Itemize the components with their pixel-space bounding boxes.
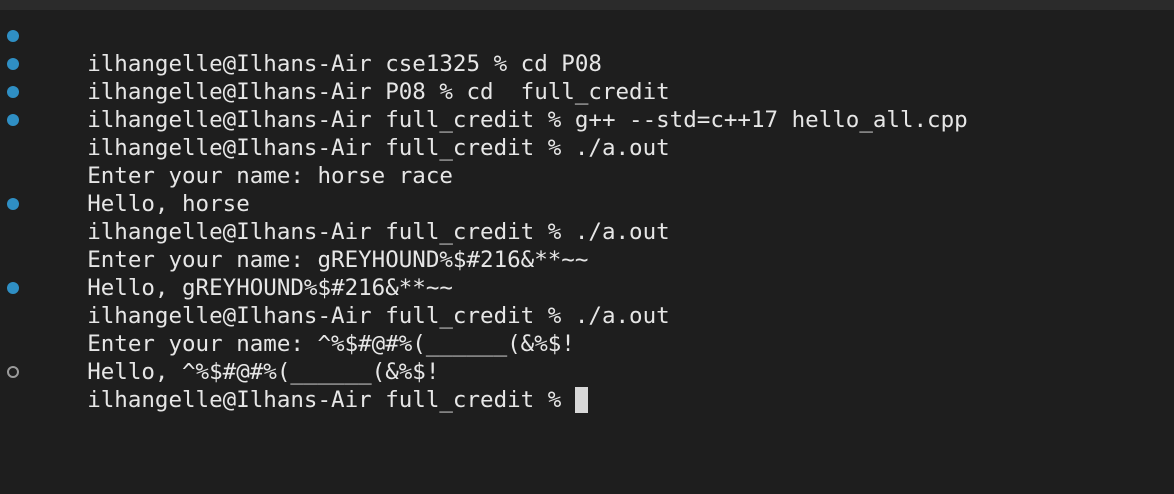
terminal-output[interactable]: ilhangelle@Ilhans-Air cse1325 % cd P08 i… bbox=[0, 22, 1174, 494]
title-bar-strip bbox=[0, 0, 1174, 10]
command-success-icon[interactable] bbox=[7, 282, 19, 294]
command-success-icon[interactable] bbox=[7, 114, 19, 126]
terminal-output-line: Enter your name: ^%$#@#%(______(&%$! bbox=[0, 302, 1174, 357]
terminal-active-prompt-line[interactable]: ilhangelle@Ilhans-Air full_credit % bbox=[0, 358, 1174, 413]
command-pending-icon bbox=[7, 366, 19, 378]
terminal-output-line: Enter your name: gREYHOUND%$#216&**~~ bbox=[0, 218, 1174, 273]
terminal-output-line: Hello, horse bbox=[0, 162, 1174, 217]
command-success-icon[interactable] bbox=[7, 30, 19, 42]
shell-prompt: ilhangelle@Ilhans-Air full_credit % bbox=[87, 387, 575, 413]
command-success-icon[interactable] bbox=[7, 58, 19, 70]
command-success-icon[interactable] bbox=[7, 198, 19, 210]
terminal-command-line: ilhangelle@Ilhans-Air full_credit % ./a.… bbox=[0, 106, 1174, 161]
terminal-command-line: ilhangelle@Ilhans-Air full_credit % g++ … bbox=[0, 78, 1174, 133]
command-success-icon[interactable] bbox=[7, 86, 19, 98]
terminal-output-line: Enter your name: horse race bbox=[0, 134, 1174, 189]
terminal-command-line: ilhangelle@Ilhans-Air full_credit % ./a.… bbox=[0, 274, 1174, 329]
terminal-command-line: ilhangelle@Ilhans-Air cse1325 % cd P08 bbox=[0, 22, 1174, 77]
terminal-output-line: Hello, gREYHOUND%$#216&**~~ bbox=[0, 246, 1174, 301]
terminal-output-line: Hello, ^%$#@#%(______(&%$! bbox=[0, 330, 1174, 385]
terminal-command-line: ilhangelle@Ilhans-Air P08 % cd full_cred… bbox=[0, 50, 1174, 105]
text-cursor bbox=[574, 387, 588, 413]
terminal-command-line: ilhangelle@Ilhans-Air full_credit % ./a.… bbox=[0, 190, 1174, 245]
